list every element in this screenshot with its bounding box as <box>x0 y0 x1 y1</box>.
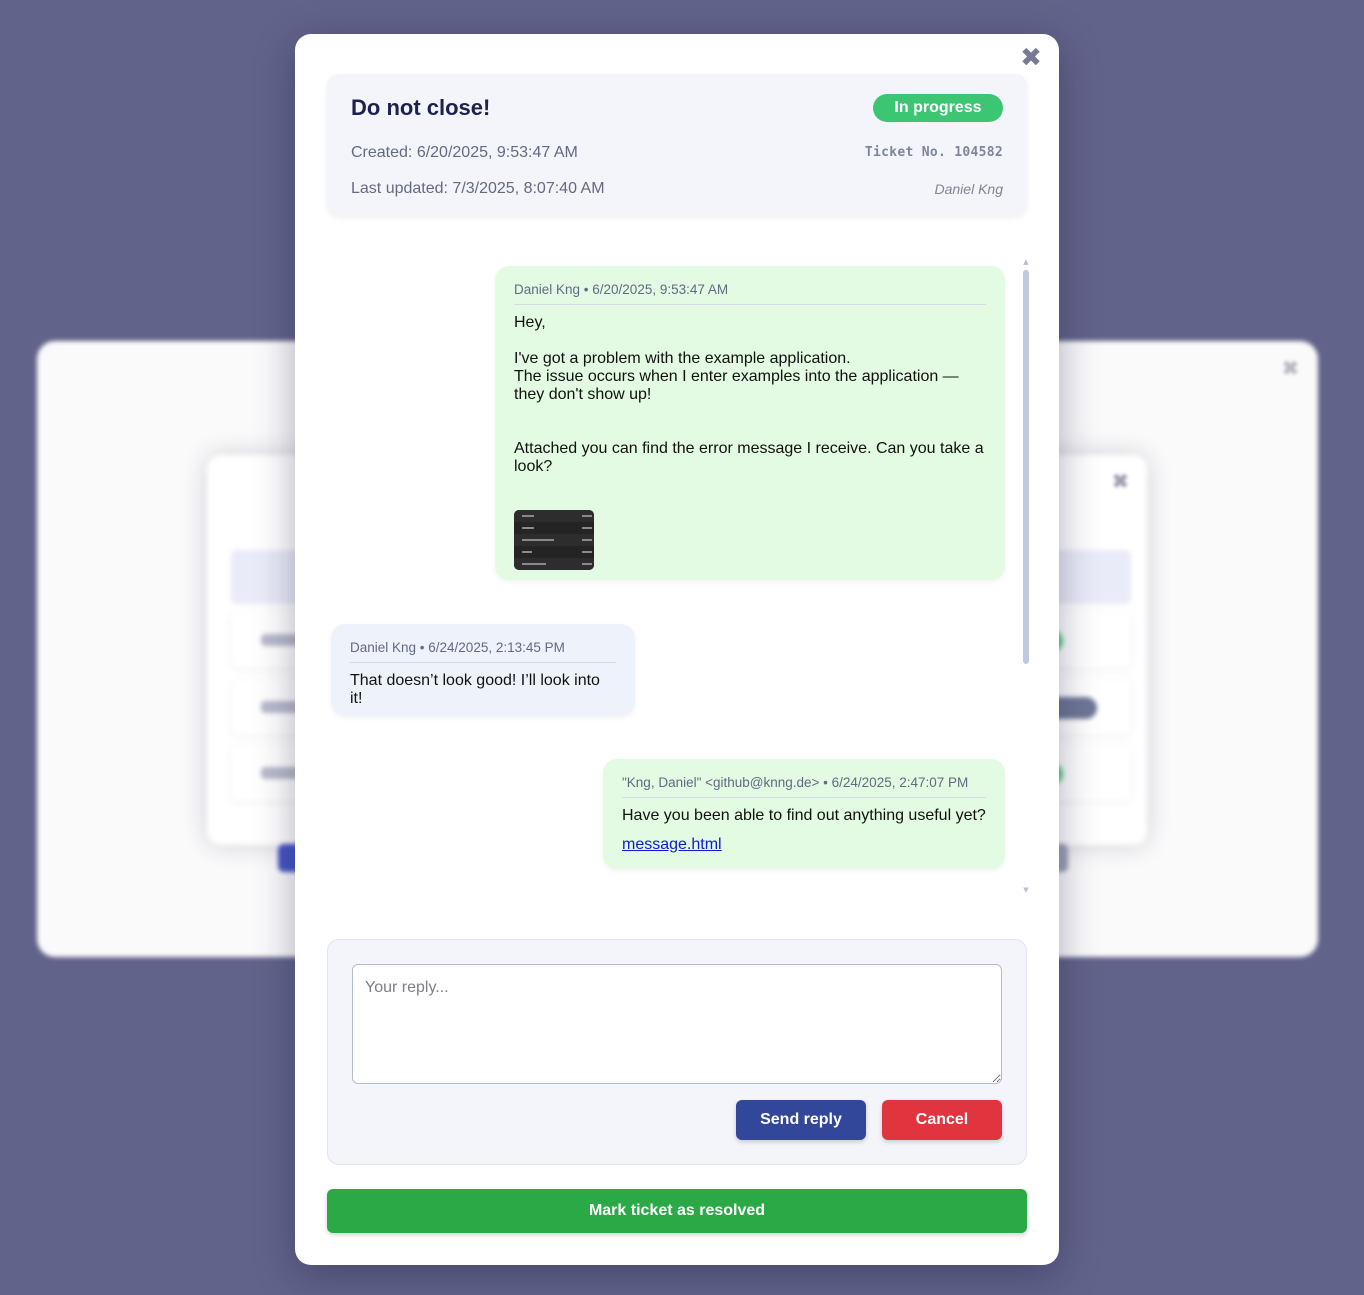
message-bubble: "Kng, Daniel" <github@knng.de> • 6/24/20… <box>603 759 1005 869</box>
scroll-down-arrow-icon[interactable]: ▼ <box>1022 886 1030 894</box>
message-thread-scrollbar[interactable]: ▲ ▼ <box>1022 258 1030 894</box>
message-line: The issue occurs when I enter examples i… <box>514 368 959 403</box>
background-close-icon: ✖ <box>1282 358 1299 380</box>
message-body: Have you been able to find out anything … <box>622 807 986 854</box>
ticket-number: Ticket No. 104582 <box>864 145 1003 160</box>
scrollbar-thumb[interactable] <box>1023 270 1029 664</box>
reply-input[interactable] <box>352 964 1002 1084</box>
message-line: Have you been able to find out anything … <box>622 807 986 824</box>
reply-form: Send reply Cancel <box>327 939 1027 1165</box>
scroll-up-arrow-icon[interactable]: ▲ <box>1022 258 1030 266</box>
message-body: Hey, I've got a problem with the example… <box>514 314 986 570</box>
attachment-link[interactable]: message.html <box>622 836 722 853</box>
message-bubble: Daniel Kng • 6/20/2025, 9:53:47 AM Hey, … <box>495 266 1005 580</box>
message-bubble: Daniel Kng • 6/24/2025, 2:13:45 PM That … <box>331 624 635 716</box>
message-line: That doesn’t look good! I’ll look into i… <box>350 672 600 707</box>
ticket-title: Do not close! <box>351 95 491 120</box>
ticket-owner: Daniel Kng <box>934 181 1004 197</box>
message-header: "Kng, Daniel" <github@knng.de> • 6/24/20… <box>622 775 986 798</box>
last-updated-date: Last updated: 7/3/2025, 8:07:40 AM <box>351 180 605 197</box>
message-header: Daniel Kng • 6/24/2025, 2:13:45 PM <box>350 640 616 663</box>
ticket-detail-modal: ✖ Do not close! In progress Created: 6/2… <box>295 34 1059 1265</box>
message-line: I've got a problem with the example appl… <box>514 350 851 367</box>
message-line: Attached you can find the error message … <box>514 440 984 475</box>
message-line: Hey, <box>514 314 546 331</box>
ticket-header: Do not close! In progress Created: 6/20/… <box>327 74 1027 216</box>
message-header: Daniel Kng • 6/20/2025, 9:53:47 AM <box>514 282 986 305</box>
created-date: Created: 6/20/2025, 9:53:47 AM <box>351 144 578 161</box>
status-badge: In progress <box>873 94 1003 122</box>
cancel-button[interactable]: Cancel <box>882 1100 1002 1140</box>
attachment-thumbnail[interactable] <box>514 510 594 570</box>
background-list-close-icon: ✖ <box>1112 471 1129 493</box>
message-thread[interactable]: Daniel Kng • 6/20/2025, 9:53:47 AM Hey, … <box>327 262 1027 898</box>
mark-resolved-button[interactable]: Mark ticket as resolved <box>327 1189 1027 1233</box>
send-reply-button[interactable]: Send reply <box>736 1100 866 1140</box>
message-body: That doesn’t look good! I’ll look into i… <box>350 672 616 708</box>
close-icon[interactable]: ✖ <box>1017 44 1045 72</box>
